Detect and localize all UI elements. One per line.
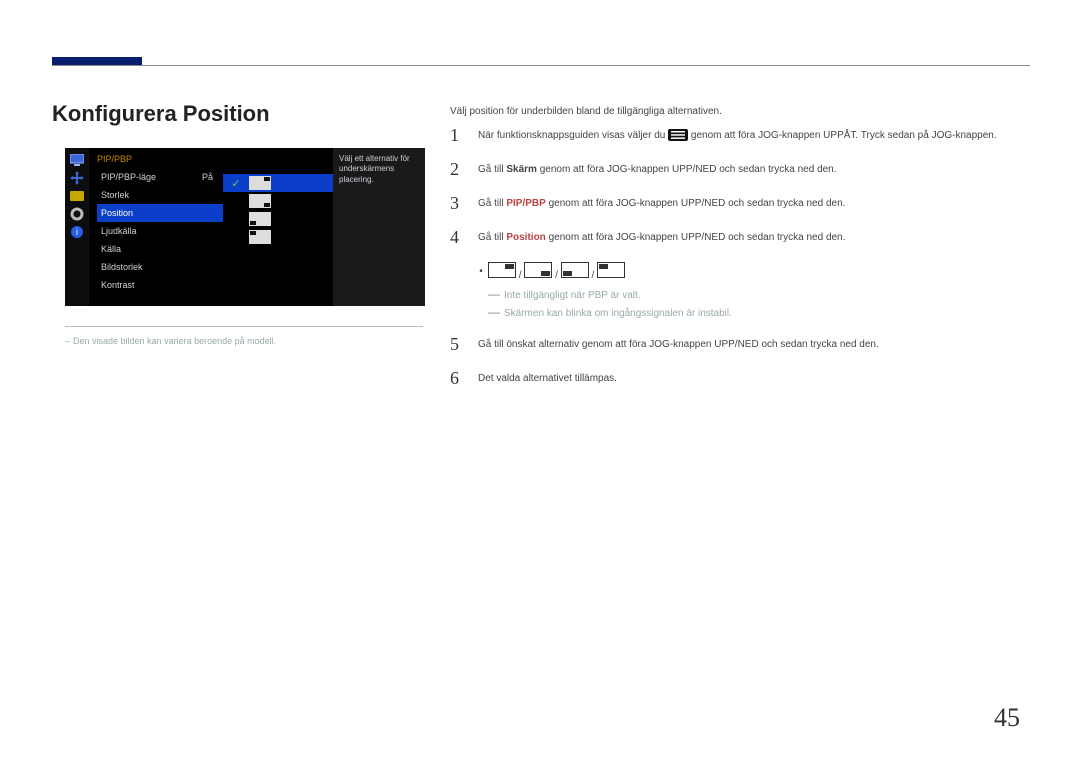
menu-bars-icon bbox=[668, 129, 688, 141]
osd-menu-item: Bildstorlek bbox=[97, 258, 223, 276]
label-icon bbox=[69, 188, 85, 204]
footnote: –Den visade bilden kan variera beroende … bbox=[65, 336, 276, 346]
intro-text: Välj position för underbilden bland de t… bbox=[450, 106, 722, 117]
step-number: 1 bbox=[450, 126, 464, 144]
step-text: Det valda alternativet tillämpas. bbox=[478, 369, 617, 387]
header-accent bbox=[52, 57, 142, 65]
osd-menu: PIP/PBP PIP/PBP-lägePåStorlekPositionLju… bbox=[89, 148, 223, 306]
osd-option bbox=[223, 192, 333, 210]
check-icon bbox=[229, 194, 243, 208]
osd-category: PIP/PBP bbox=[97, 154, 223, 168]
info-icon: i bbox=[69, 224, 85, 240]
page-title: Konfigurera Position bbox=[52, 101, 270, 127]
step-number: 2 bbox=[450, 160, 464, 178]
note-1: ―Inte tillgängligt när PBP är valt. bbox=[488, 287, 1030, 301]
step-6: 6 Det valda alternativet tillämpas. bbox=[450, 369, 1030, 387]
header-line bbox=[52, 65, 1030, 66]
move-icon bbox=[69, 170, 85, 186]
check-icon: ✓ bbox=[229, 176, 243, 190]
pip-position-icon bbox=[249, 194, 271, 208]
pip-position-icon bbox=[249, 212, 271, 226]
step-number: 5 bbox=[450, 335, 464, 353]
osd-menu-item: Storlek bbox=[97, 186, 223, 204]
position-options-bullet: • / / / ―Inte tillgängligt när PBP är va… bbox=[478, 262, 1030, 319]
osd-menu-item: Kontrast bbox=[97, 276, 223, 294]
osd-icon-column: i bbox=[65, 148, 89, 306]
position-box-icon bbox=[561, 262, 589, 278]
pip-position-icon bbox=[249, 176, 271, 190]
step-text: Gå till PIP/PBP genom att föra JOG-knapp… bbox=[478, 194, 845, 212]
step-number: 4 bbox=[450, 228, 464, 246]
step-1: 1 När funktionsknappsguiden visas väljer… bbox=[450, 126, 1030, 144]
step-4: 4 Gå till Position genom att föra JOG-kn… bbox=[450, 228, 1030, 246]
osd-menu-item: Källa bbox=[97, 240, 223, 258]
step-number: 3 bbox=[450, 194, 464, 212]
step-text: Gå till Skärm genom att föra JOG-knappen… bbox=[478, 160, 837, 178]
osd-option bbox=[223, 210, 333, 228]
note-2: ―Skärmen kan blinka om ingångssignalen ä… bbox=[488, 305, 1030, 319]
osd-option: ✓ bbox=[223, 174, 333, 192]
svg-text:i: i bbox=[76, 227, 78, 237]
page-number: 45 bbox=[994, 703, 1020, 733]
monitor-icon bbox=[69, 152, 85, 168]
osd-menu-item: Ljudkälla bbox=[97, 222, 223, 240]
position-icons-row: • / / / bbox=[478, 262, 1030, 281]
check-icon bbox=[229, 230, 243, 244]
check-icon bbox=[229, 212, 243, 226]
steps-list: 1 När funktionsknappsguiden visas väljer… bbox=[450, 126, 1030, 403]
position-box-icon bbox=[488, 262, 516, 278]
step-text: Gå till önskat alternativ genom att föra… bbox=[478, 335, 879, 353]
step-3: 3 Gå till PIP/PBP genom att föra JOG-kna… bbox=[450, 194, 1030, 212]
footnote-text: Den visade bilden kan variera beroende p… bbox=[73, 336, 276, 346]
osd-menu-item: PIP/PBP-lägePå bbox=[97, 168, 223, 186]
osd-options-column: ✓ bbox=[223, 148, 333, 306]
step-text: När funktionsknappsguiden visas väljer d… bbox=[478, 126, 997, 144]
position-box-icon bbox=[597, 262, 625, 278]
osd-help-text: Välj ett alternativ för underskärmens pl… bbox=[333, 148, 425, 306]
osd-screenshot: i PIP/PBP PIP/PBP-lägePåStorlekPositionL… bbox=[65, 148, 425, 306]
step-2: 2 Gå till Skärm genom att föra JOG-knapp… bbox=[450, 160, 1030, 178]
osd-divider bbox=[65, 326, 423, 327]
step-number: 6 bbox=[450, 369, 464, 387]
gear-icon bbox=[69, 206, 85, 222]
pip-position-icon bbox=[249, 230, 271, 244]
bullet-dot: • bbox=[478, 266, 484, 277]
osd-menu-item: Position bbox=[97, 204, 223, 222]
osd-option bbox=[223, 228, 333, 246]
step-text: Gå till Position genom att föra JOG-knap… bbox=[478, 228, 845, 246]
position-box-icon bbox=[524, 262, 552, 278]
step-5: 5 Gå till önskat alternativ genom att fö… bbox=[450, 335, 1030, 353]
